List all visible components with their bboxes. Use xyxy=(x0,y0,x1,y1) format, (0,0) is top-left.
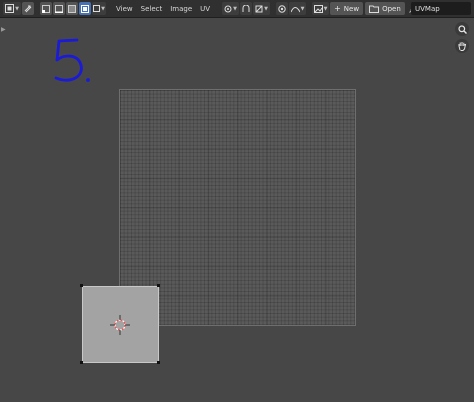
uv-vertex[interactable] xyxy=(80,361,83,364)
snap-toggle[interactable] xyxy=(240,2,253,15)
edge-select-icon xyxy=(55,4,63,13)
open-image-button[interactable]: Open xyxy=(365,2,405,15)
pivot-icon xyxy=(224,5,232,12)
edge-select-mode[interactable] xyxy=(53,2,65,15)
uv-editor-header: ▼ ▼ View Select Image UV ▼ ▼ ▼ ▼ + New O… xyxy=(0,0,474,18)
falloff-dropdown[interactable]: ▼ xyxy=(289,2,307,15)
uv-vertex[interactable] xyxy=(157,361,160,364)
2d-cursor-icon[interactable] xyxy=(110,315,130,335)
menu-view[interactable]: View xyxy=(112,5,137,13)
toolbar-expand-arrow[interactable]: ▶ xyxy=(1,26,6,33)
vertex-select-icon xyxy=(42,4,50,13)
open-folder-icon xyxy=(369,5,380,13)
proportional-edit-icon xyxy=(278,4,286,13)
image-browse-icon xyxy=(313,4,323,13)
pan-button[interactable] xyxy=(455,39,469,53)
snap-target-dropdown[interactable]: ▼ xyxy=(253,2,271,15)
plus-icon: + xyxy=(334,4,341,13)
menu-image[interactable]: Image xyxy=(166,5,196,13)
annotation-number: 5. xyxy=(54,38,90,82)
new-image-button[interactable]: + New xyxy=(330,2,364,15)
image-browse-dropdown[interactable]: ▼ xyxy=(312,2,330,15)
menu-uv[interactable]: UV xyxy=(196,5,214,13)
island-select-mode[interactable] xyxy=(79,2,91,15)
sync-selection-toggle[interactable] xyxy=(22,2,34,15)
snap-target-icon xyxy=(255,5,263,12)
uv-map-field[interactable]: UVMap xyxy=(411,2,471,15)
face-select-icon xyxy=(68,4,76,13)
new-label: New xyxy=(343,4,360,13)
uv-vertex[interactable] xyxy=(80,284,83,287)
sync-selection-icon xyxy=(24,5,32,12)
falloff-icon xyxy=(290,6,300,12)
editor-type-button[interactable]: ▼ xyxy=(3,2,21,15)
face-select-mode[interactable] xyxy=(66,2,78,15)
sticky-selection-mode[interactable]: ▼ xyxy=(92,2,106,15)
menu-select[interactable]: Select xyxy=(137,5,167,13)
hand-icon xyxy=(458,42,467,51)
proportional-edit-toggle[interactable] xyxy=(276,2,289,15)
island-select-icon xyxy=(81,4,89,13)
sticky-select-icon xyxy=(93,5,101,12)
open-label: Open xyxy=(382,4,401,13)
snap-icon xyxy=(242,4,250,12)
zoom-button[interactable] xyxy=(455,22,469,36)
uv-vertex[interactable] xyxy=(157,284,160,287)
pivot-point-dropdown[interactable]: ▼ xyxy=(222,2,240,15)
vertex-select-mode[interactable] xyxy=(40,2,52,15)
editor-type-icon xyxy=(5,4,15,13)
zoom-icon xyxy=(457,24,467,34)
